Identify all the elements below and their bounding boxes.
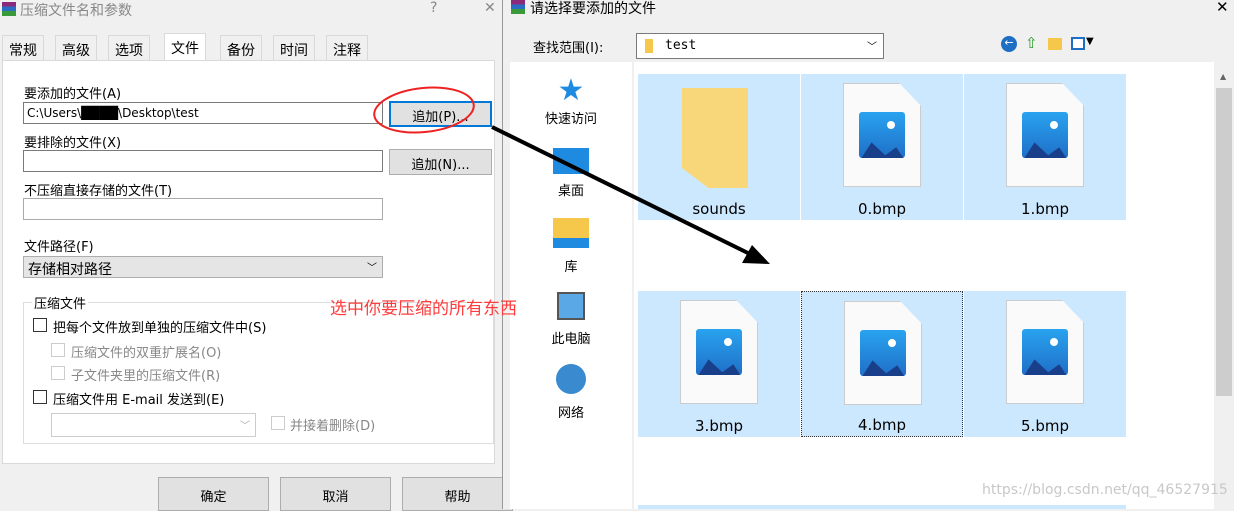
arrowhead bbox=[742, 245, 770, 264]
arrow-annotation bbox=[491, 125, 753, 257]
annotation-layer bbox=[373, 86, 770, 264]
red-circle-annotation bbox=[373, 86, 475, 134]
watermark: https://blog.csdn.net/qq_46527915 bbox=[982, 482, 1228, 498]
annotation-text: 选中你要压缩的所有东西 bbox=[330, 299, 517, 319]
